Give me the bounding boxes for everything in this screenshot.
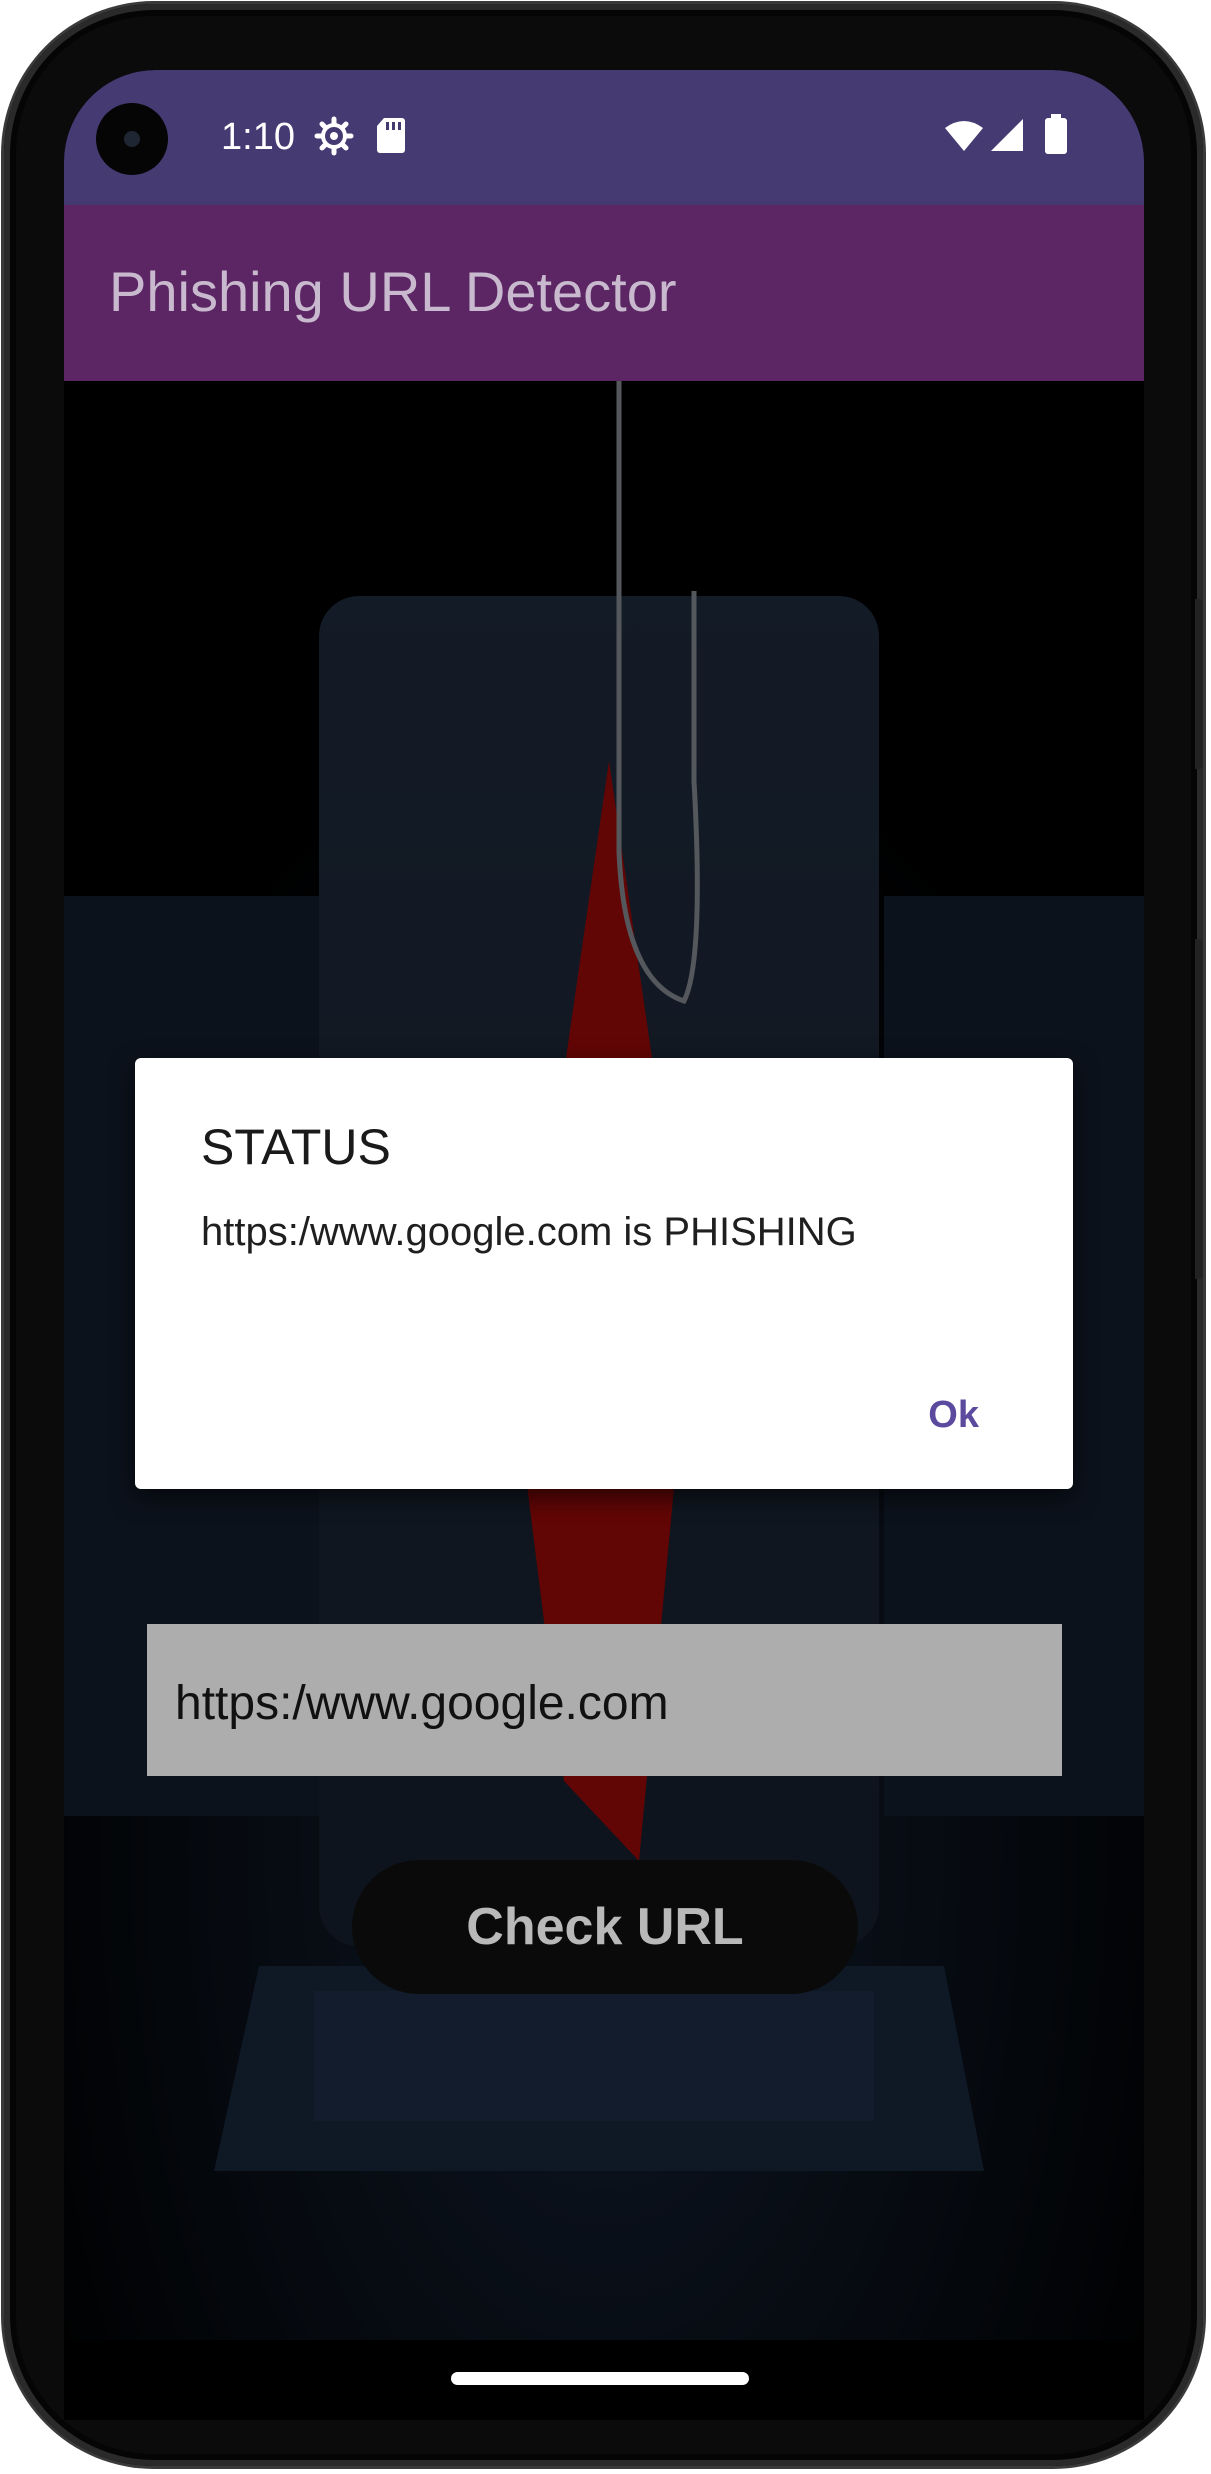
status-dialog: STATUS https:/www.google.com is PHISHING… bbox=[135, 1058, 1073, 1489]
volume-button bbox=[1195, 939, 1203, 1279]
app-bar: Phishing URL Detector bbox=[64, 205, 1144, 381]
signal-icon bbox=[991, 119, 1023, 151]
dialog-title: STATUS bbox=[201, 1119, 391, 1175]
url-input[interactable]: https:/www.google.com bbox=[147, 1624, 1062, 1776]
app-title: Phishing URL Detector bbox=[109, 260, 677, 323]
front-camera bbox=[96, 103, 168, 175]
navigation-bar bbox=[64, 2340, 1144, 2420]
status-time: 1:10 bbox=[221, 116, 295, 158]
home-gesture-pill[interactable] bbox=[451, 2372, 749, 2385]
url-input-value: https:/www.google.com bbox=[175, 1677, 669, 1730]
sd-card-icon bbox=[377, 118, 405, 153]
check-url-button[interactable]: Check URL bbox=[352, 1860, 858, 1994]
status-bar: 1:10 bbox=[64, 70, 1144, 205]
screen: 1:10 Phishing URL Detector https:/www.go… bbox=[64, 70, 1144, 2340]
dialog-message: https:/www.google.com is PHISHING bbox=[201, 1210, 857, 1254]
settings-gear-icon bbox=[314, 116, 354, 156]
power-button bbox=[1195, 599, 1203, 769]
battery-icon bbox=[1045, 114, 1067, 154]
wifi-icon bbox=[945, 121, 983, 151]
phone-frame: 1:10 Phishing URL Detector https:/www.go… bbox=[4, 4, 1203, 2466]
check-url-label: Check URL bbox=[466, 1898, 744, 1956]
ok-button[interactable]: Ok bbox=[928, 1394, 979, 1437]
